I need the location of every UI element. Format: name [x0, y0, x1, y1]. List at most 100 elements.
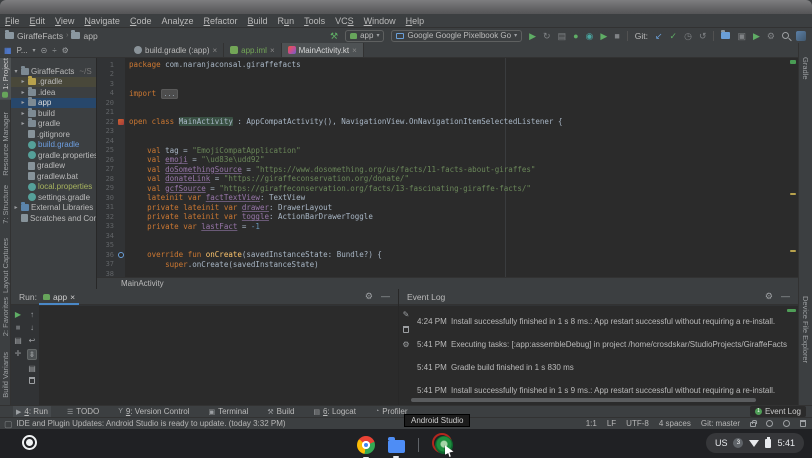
code-line-36[interactable]: 36 override fun onCreate(savedInstanceSt…: [97, 250, 798, 260]
code-line-21[interactable]: 21: [97, 108, 798, 118]
menu-item-navigate[interactable]: Navigate: [79, 16, 125, 26]
code-line-31[interactable]: 31 private lateinit var drawer: DrawerLa…: [97, 203, 798, 213]
project-view-icon[interactable]: ▦: [4, 46, 12, 55]
status-message[interactable]: IDE and Plugin Updates: Android Studio i…: [17, 419, 286, 428]
chevron-right-icon[interactable]: ▸: [20, 89, 26, 96]
tree-item-gradlew[interactable]: gradlew: [11, 161, 96, 172]
close-tab-icon[interactable]: ×: [352, 46, 357, 55]
tree-item-gradle[interactable]: ▸gradle: [11, 119, 96, 130]
restore-layout-icon[interactable]: ▤: [14, 336, 22, 345]
status-segment-lf[interactable]: LF: [607, 419, 616, 428]
tree-item-build[interactable]: ▸build: [11, 108, 96, 119]
panel-settings-icon[interactable]: ⚙: [62, 46, 69, 55]
menu-item-view[interactable]: View: [50, 16, 79, 26]
tab-build-gradle-app-[interactable]: build.gradle (:app)×: [128, 43, 224, 57]
panel-settings-icon[interactable]: ⚙: [365, 291, 373, 302]
attach-debugger-icon[interactable]: ▶: [600, 31, 607, 41]
code-line-30[interactable]: 30 lateinit var factTextView: TextView: [97, 193, 798, 203]
profile-app-icon[interactable]: ◉: [586, 31, 594, 41]
run-button[interactable]: ▶: [529, 31, 536, 41]
window-titlebar[interactable]: [0, 0, 812, 14]
event-log-status-button[interactable]: 1 Event Log: [750, 406, 806, 417]
project-view-selector[interactable]: P...: [17, 46, 28, 55]
profile-avatar-icon[interactable]: [796, 31, 806, 41]
tool-window-button-1-project[interactable]: 1: Project: [0, 58, 11, 100]
avd-manager-icon[interactable]: ▶: [753, 31, 760, 41]
close-tab-icon[interactable]: ×: [212, 46, 217, 55]
clear-all-icon[interactable]: [29, 377, 35, 384]
menu-item-edit[interactable]: Edit: [25, 16, 51, 26]
tree-item--gradle[interactable]: ▸.gradle: [11, 77, 96, 88]
hide-panel-icon[interactable]: —: [381, 291, 390, 302]
tree-item-settings-gradle[interactable]: settings.gradle: [11, 192, 96, 203]
menu-item-refactor[interactable]: Refactor: [199, 16, 243, 26]
code-line-2[interactable]: 2: [97, 70, 798, 80]
code-line-37[interactable]: 37 super.onCreate(savedInstanceState): [97, 260, 798, 270]
event-log-entry[interactable]: 4:24 PMInstall successfully finished in …: [417, 310, 794, 333]
tool-window-button-4-run[interactable]: ▶4: Run: [13, 406, 51, 418]
scroll-to-end-icon[interactable]: ⇟: [27, 349, 38, 360]
tool-window-button-resource-manager[interactable]: Resource Manager: [0, 112, 11, 176]
lock-icon[interactable]: [750, 422, 756, 427]
git-update-icon[interactable]: ↙: [655, 31, 663, 41]
tool-window-button-7-structure[interactable]: 7: Structure: [0, 185, 11, 224]
menu-item-vcs[interactable]: VCS: [330, 16, 359, 26]
code-line-32[interactable]: 32 private lateinit var toggle: ActionBa…: [97, 212, 798, 222]
chevron-down-icon[interactable]: ▾: [13, 68, 19, 75]
status-segment-1-1[interactable]: 1:1: [586, 419, 597, 428]
tool-window-button-9-version-control[interactable]: Y9: Version Control: [115, 406, 192, 418]
pin-tab-icon[interactable]: ✛: [15, 349, 22, 358]
chevron-right-icon[interactable]: ▸: [13, 204, 19, 211]
tool-window-button-build-variants[interactable]: Build Variants: [0, 352, 11, 398]
divider-icon[interactable]: ÷: [52, 46, 56, 55]
run-configuration-select[interactable]: app ▾: [345, 30, 384, 42]
menu-item-file[interactable]: File: [0, 16, 25, 26]
tree-item--idea[interactable]: ▸.idea: [11, 87, 96, 98]
clear-log-icon[interactable]: [403, 326, 409, 333]
status-segment-utf-8[interactable]: UTF-8: [626, 419, 649, 428]
stop-icon[interactable]: ■: [16, 323, 21, 332]
apply-changes-icon[interactable]: ↻: [543, 31, 551, 41]
code-line-28[interactable]: 28 val donateLink = "https://giraffecons…: [97, 174, 798, 184]
tool-window-button-6-logcat[interactable]: ▤6: Logcat: [310, 406, 359, 418]
chevron-right-icon[interactable]: ▸: [20, 99, 26, 106]
code-line-26[interactable]: 26 val emoji = "\ud83e\udd92": [97, 155, 798, 165]
horizontal-scrollbar[interactable]: [411, 398, 756, 402]
tool-window-button-layout-captures[interactable]: Layout Captures: [0, 238, 11, 293]
code-line-34[interactable]: 34: [97, 231, 798, 241]
highlight-level-icon[interactable]: [766, 420, 773, 427]
tree-item-build-gradle[interactable]: build.gradle: [11, 140, 96, 151]
android-studio-app[interactable]: [432, 433, 456, 457]
breadcrumb-project[interactable]: GiraffeFacts: [17, 31, 63, 41]
files-app[interactable]: [388, 437, 405, 453]
edit-log-icon[interactable]: ✎: [403, 310, 410, 319]
inspection-ok-marker[interactable]: [790, 60, 796, 64]
menu-item-run[interactable]: Run: [273, 16, 300, 26]
menu-item-code[interactable]: Code: [125, 16, 157, 26]
code-line-1[interactable]: 1package com.naranjaconsal.giraffefacts: [97, 60, 798, 70]
menu-item-build[interactable]: Build: [243, 16, 273, 26]
warning-stripe-marker[interactable]: [790, 250, 796, 252]
panel-settings-icon[interactable]: ⚙: [765, 291, 773, 302]
print-icon[interactable]: ▤: [28, 364, 36, 373]
menu-item-tools[interactable]: Tools: [299, 16, 330, 26]
tree-item-gradle-properties[interactable]: gradle.properties: [11, 150, 96, 161]
stop-icon[interactable]: ■: [614, 31, 619, 41]
collapse-all-icon[interactable]: ⊝: [41, 46, 48, 55]
tree-item-giraffefacts[interactable]: ▾GiraffeFacts~/S: [11, 66, 96, 77]
breadcrumb-class[interactable]: MainActivity: [121, 279, 164, 288]
chrome-app[interactable]: [357, 436, 375, 454]
git-commit-icon[interactable]: ✓: [670, 31, 678, 41]
code-line-29[interactable]: 29 val gcfSource = "https://giraffeconse…: [97, 184, 798, 194]
tab-mainactivity-kt[interactable]: MainActivity.kt×: [282, 43, 364, 57]
sync-project-icon[interactable]: [721, 32, 730, 39]
code-line-33[interactable]: 33 private var lastFact = -1: [97, 222, 798, 232]
down-stack-trace-icon[interactable]: ↓: [30, 323, 34, 332]
event-log-body[interactable]: ✎ ⚙ 4:24 PMInstall successfully finished…: [399, 306, 798, 405]
tree-item-app[interactable]: ▸app: [11, 98, 96, 109]
code-line-27[interactable]: 27 val doSomethingSource = "https://www.…: [97, 165, 798, 175]
close-tab-icon[interactable]: ×: [270, 46, 275, 55]
tool-window-button-gradle[interactable]: Gradle: [801, 57, 810, 80]
code-line-20[interactable]: 20: [97, 98, 798, 108]
tool-window-button-todo[interactable]: ☰TODO: [64, 406, 102, 418]
